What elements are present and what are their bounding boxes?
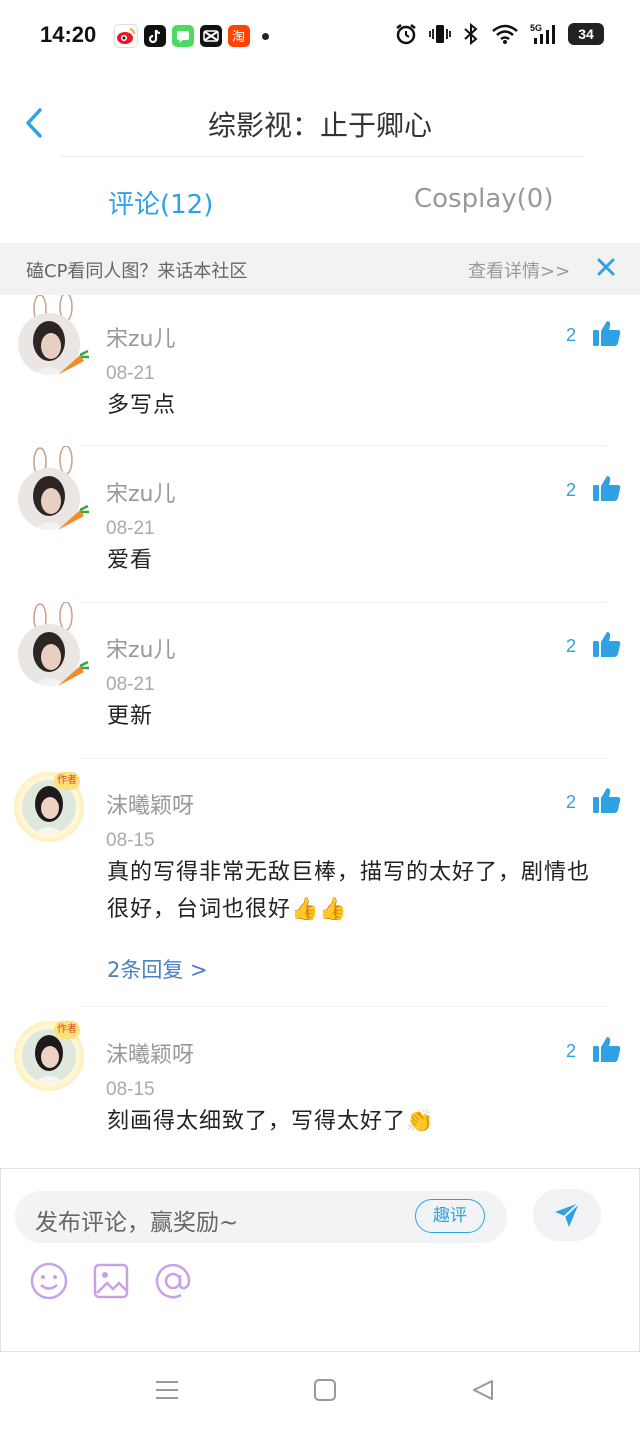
comment-username[interactable]: 沫曦颖呀 (106, 1037, 194, 1069)
svg-text:5G: 5G (530, 23, 542, 33)
comment-username[interactable]: 宋zu儿 (106, 321, 176, 353)
battery-level: 34 (578, 26, 594, 42)
comment-text: 刻画得太细致了，写得太好了👏 (107, 1109, 435, 1134)
more-notifications-dot (262, 32, 269, 40)
comment-text: 更新 (107, 704, 154, 729)
like-count: 2 (566, 1041, 577, 1061)
thumbs-up-icon[interactable] (592, 630, 622, 658)
comment-date: 08-21 (106, 518, 155, 539)
comment-date: 08-21 (106, 674, 155, 695)
taobao-icon: 淘 (228, 25, 250, 47)
banner-details-link[interactable]: 查看详情>> (468, 257, 570, 283)
thumbs-up-icon[interactable] (592, 474, 622, 502)
comment-username[interactable]: 宋zu儿 (106, 476, 176, 508)
header-divider (60, 156, 584, 157)
home-icon[interactable] (312, 1378, 338, 1402)
comment-text: 多写点 (107, 393, 177, 418)
comment-date: 08-21 (106, 363, 155, 384)
capcut-icon (200, 25, 222, 47)
status-time: 14:20 (40, 22, 97, 47)
promo-banner: 磕CP看同人图？来话本社区 查看详情>> (0, 243, 640, 295)
comment-date: 08-15 (106, 1079, 155, 1100)
system-navigation-bar (0, 1350, 640, 1429)
image-icon[interactable] (91, 1261, 131, 1301)
vibrate-icon (429, 25, 451, 43)
mention-icon[interactable] (153, 1261, 193, 1301)
page-title: 综影视：止于卿心 (207, 109, 432, 142)
author-badge: 作者 (54, 1021, 80, 1039)
fun-comment-button[interactable]: 趣评 (415, 1199, 485, 1233)
comment-text: 爱看 (107, 548, 154, 573)
comment-item: 作者 沫曦颖呀 08-15 刻画得太细致了，写得太好了👏 2 (0, 1007, 640, 1163)
comment-input-placeholder: 发布评论，赢奖励~ (35, 1210, 239, 1236)
thumbs-up-icon[interactable] (592, 786, 622, 814)
send-icon (555, 1202, 580, 1227)
comment-item: 宋zu儿 08-21 多写点 2 (0, 295, 640, 446)
alarm-icon (396, 24, 416, 45)
system-icons: 5G 34 (394, 22, 604, 46)
carrot-decoration (58, 349, 89, 375)
thumbs-up-icon[interactable] (592, 1035, 622, 1063)
status-bar: 14:20 淘 5G 34 (0, 0, 640, 74)
thumbs-up-icon[interactable] (592, 319, 622, 347)
tab-cosplay[interactable]: Cosplay(0) (414, 184, 553, 214)
comment-item: 宋zu儿 08-21 爱看 2 (0, 446, 640, 603)
comment-text: 真的写得非常无敌巨棒，描写的太好了，剧情也很好，台词也很好👍👍 (107, 860, 591, 922)
battery-icon: 34 (568, 23, 604, 45)
weibo-icon (114, 24, 138, 48)
back-triangle-icon[interactable] (470, 1378, 496, 1402)
author-badge: 作者 (54, 772, 80, 790)
menu-icon[interactable] (154, 1378, 180, 1402)
view-replies-link[interactable]: 2条回复 > (107, 954, 208, 984)
wifi-icon (492, 24, 518, 44)
emoji-icon[interactable] (29, 1261, 69, 1301)
comment-item: 宋zu儿 08-21 更新 2 (0, 602, 640, 759)
comment-tabs: 评论(12) Cosplay(0) (0, 168, 640, 242)
like-count: 2 (566, 636, 577, 656)
banner-text: 磕CP看同人图？来话本社区 (26, 261, 248, 282)
composer-tools (29, 1261, 193, 1301)
bluetooth-icon (464, 22, 478, 46)
like-count: 2 (566, 325, 577, 345)
comment-username[interactable]: 沫曦颖呀 (106, 788, 194, 820)
comment-input[interactable]: 发布评论，赢奖励~ 趣评 (15, 1191, 507, 1243)
top-navigation-bar: 综影视：止于卿心 (0, 78, 640, 168)
send-button[interactable] (533, 1189, 601, 1241)
close-icon[interactable] (596, 257, 616, 277)
notification-icons: 淘 (114, 24, 269, 48)
carrot-decoration (58, 660, 89, 686)
comment-username[interactable]: 宋zu儿 (106, 632, 176, 664)
5g-signal-icon: 5G (530, 23, 555, 44)
like-count: 2 (566, 480, 577, 500)
comment-composer: 发布评论，赢奖励~ 趣评 (0, 1168, 640, 1352)
tab-comments[interactable]: 评论(12) (108, 184, 213, 221)
like-count: 2 (566, 792, 577, 812)
tiktok-icon (144, 25, 166, 47)
carrot-decoration (58, 504, 89, 530)
comment-item: 作者 沫曦颖呀 08-15 真的写得非常无敌巨棒，描写的太好了，剧情也很好，台词… (0, 758, 640, 1007)
comment-date: 08-15 (106, 830, 155, 851)
messages-icon (172, 25, 194, 47)
svg-text:淘: 淘 (232, 30, 245, 45)
